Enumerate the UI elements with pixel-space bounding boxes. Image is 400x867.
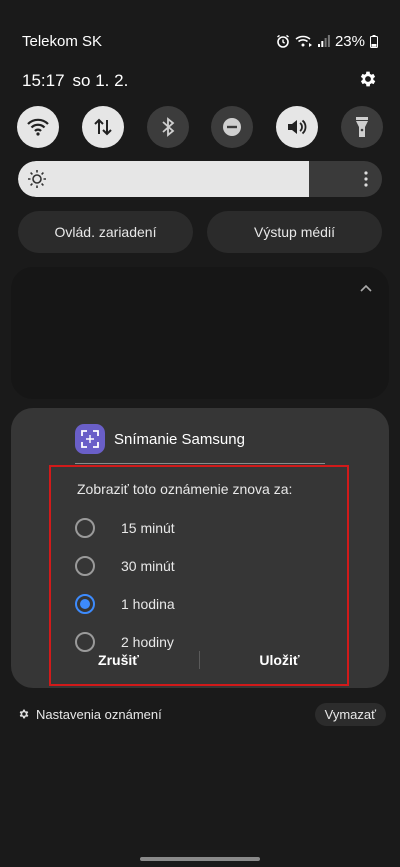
app-icon: [75, 424, 105, 454]
snooze-option-15min[interactable]: 15 minút: [75, 517, 175, 539]
do-not-disturb-toggle[interactable]: [211, 106, 254, 148]
bluetooth-toggle[interactable]: [146, 106, 189, 148]
wifi-icon: [27, 118, 49, 136]
battery-icon: [370, 34, 378, 48]
speaker-icon: [288, 119, 307, 135]
alarm-icon: [277, 34, 289, 48]
media-card: [11, 267, 389, 399]
notification-settings-label: Nastavenia oznámení: [36, 706, 162, 722]
option-label: 30 minút: [121, 558, 175, 574]
app-name: Snímanie Samsung: [114, 430, 245, 448]
cancel-button[interactable]: Zrušiť: [64, 652, 174, 668]
notification-footer: Nastavenia oznámení Vymazať: [18, 702, 386, 726]
brightness-fill: [18, 161, 310, 197]
screen-capture-icon: [81, 430, 99, 448]
clock-time: 15:17: [22, 71, 65, 90]
save-button[interactable]: Uložiť: [225, 652, 335, 668]
carrier-label: Telekom SK: [22, 32, 103, 50]
radio-button[interactable]: [75, 594, 95, 614]
notification-header: Snímanie Samsung: [75, 424, 245, 454]
radio-button[interactable]: [75, 518, 95, 538]
do-not-disturb-icon: [223, 118, 242, 136]
datetime-row: 15:17 so 1. 2.: [22, 68, 378, 94]
flashlight-toggle[interactable]: [340, 106, 383, 148]
mobile-data-icon: [94, 118, 112, 136]
clock-date: so 1. 2.: [72, 71, 129, 90]
chevron-up-icon[interactable]: [359, 283, 373, 293]
option-label: 1 hodina: [121, 596, 175, 612]
status-icons: 23%: [276, 33, 378, 50]
bluetooth-icon: [161, 117, 174, 137]
sun-icon: [28, 170, 46, 188]
option-label: 15 minút: [121, 520, 175, 536]
mobile-data-toggle[interactable]: [81, 106, 124, 148]
gear-icon: [19, 709, 29, 719]
signal-icon: [317, 35, 330, 47]
wifi-toggle[interactable]: [17, 106, 59, 148]
notification-card: Snímanie Samsung Zobraziť toto oznámenie…: [11, 408, 389, 688]
status-bar: Telekom SK 23%: [22, 30, 378, 52]
media-output-button[interactable]: Výstup médií: [207, 211, 382, 253]
device-control-button[interactable]: Ovlád. zariadení: [18, 211, 193, 253]
header-divider: [75, 463, 325, 464]
actions-divider: [198, 651, 200, 669]
control-buttons: Ovlád. zariadení Výstup médií: [18, 211, 382, 253]
more-options-icon[interactable]: [364, 170, 368, 188]
battery-percent: 23%: [334, 32, 365, 50]
gear-icon[interactable]: [358, 69, 378, 94]
snooze-option-30min[interactable]: 30 minút: [75, 555, 175, 577]
snooze-panel: Zobraziť toto oznámenie znova za: 15 min…: [49, 465, 349, 686]
snooze-actions: Zrušiť Uložiť: [51, 648, 347, 672]
radio-button[interactable]: [75, 556, 95, 576]
clear-all-button[interactable]: Vymazať: [314, 702, 386, 726]
home-indicator[interactable]: [140, 857, 260, 861]
sound-toggle[interactable]: [276, 106, 319, 148]
brightness-slider[interactable]: [18, 161, 382, 197]
wifi-call-icon: [295, 35, 312, 47]
notification-settings-link[interactable]: Nastavenia oznámení: [18, 707, 162, 722]
flashlight-icon: [355, 117, 368, 137]
snooze-option-1hour[interactable]: 1 hodina: [75, 593, 175, 615]
snooze-title: Zobraziť toto oznámenie znova za:: [77, 481, 293, 497]
quick-toggles: [17, 106, 383, 148]
